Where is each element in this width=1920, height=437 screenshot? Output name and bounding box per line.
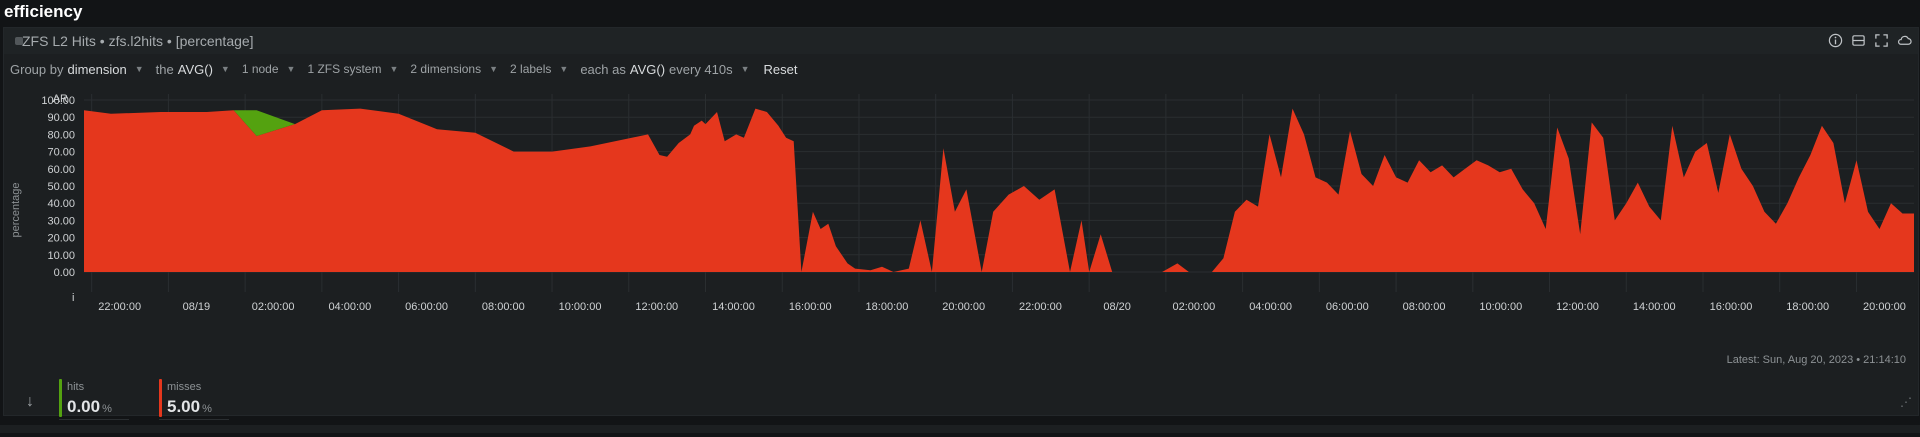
y-tick-label: 20.00 (47, 233, 75, 245)
dimensions-dropdown[interactable]: 2 dimensions ▼ (410, 62, 504, 76)
x-tick-label: 08:00:00 (482, 301, 525, 313)
legend-name-misses: misses (167, 381, 202, 393)
cloud-icon[interactable] (1897, 33, 1912, 48)
the-label: the (155, 61, 174, 77)
y-axis-label: percentage (10, 182, 22, 237)
reset-button[interactable]: Reset (764, 62, 798, 77)
legend-divider (159, 419, 229, 420)
chevron-down-icon: ▼ (134, 64, 144, 74)
x-tick-label: 08/20 (1103, 301, 1131, 313)
legend-color-misses (159, 379, 162, 417)
latest-timestamp: Latest: Sun, Aug 20, 2023 • 21:14:10 (1726, 354, 1906, 366)
every-label: every 410s (669, 61, 733, 77)
x-tick-label: 22:00:00 (1019, 301, 1062, 313)
next-panel-edge (0, 425, 1920, 433)
dimensions-label: 2 dimensions (410, 62, 482, 76)
the-value: AVG() (177, 61, 213, 77)
system-label: 1 ZFS system (307, 62, 382, 76)
group-by-label: Group by (10, 61, 64, 77)
y-tick-label: 90.00 (47, 112, 75, 124)
legend: ↓ hits 0.00% misses 5.00% (4, 373, 304, 433)
x-tick-label: 20:00:00 (1863, 301, 1906, 313)
x-tick-label: 10:00:00 (1479, 301, 1522, 313)
x-tick-label: 10:00:00 (559, 301, 602, 313)
y-axis: 100.0090.0080.0070.0060.0050.0040.0030.0… (41, 95, 75, 279)
group-by-value: dimension (67, 61, 127, 77)
nodes-label: 1 node (241, 62, 279, 76)
dashboard-icon[interactable] (1851, 33, 1866, 48)
x-tick-label: 04:00:00 (328, 301, 371, 313)
legend-color-hits (59, 379, 62, 417)
x-tick-label: 02:00:00 (252, 301, 295, 313)
x-tick-label: 14:00:00 (712, 301, 755, 313)
x-tick-label: 04:00:00 (1249, 301, 1292, 313)
x-tick-label: 08:00:00 (1403, 301, 1446, 313)
chevron-down-icon: ▼ (740, 64, 750, 74)
y-tick-label: 80.00 (47, 129, 75, 141)
y-axis-top-label: AR (53, 93, 68, 105)
time-aggregation-dropdown[interactable]: each as AVG() every 410s ▼ (580, 62, 755, 77)
expand-icon[interactable] (1874, 33, 1889, 48)
x-tick-label: 22:00:00 (98, 301, 141, 313)
x-tick-label: 12:00:00 (1556, 301, 1599, 313)
x-tick-label: 12:00:00 (635, 301, 678, 313)
chevron-down-icon: ▼ (559, 64, 569, 74)
system-dropdown[interactable]: 1 ZFS system ▼ (307, 62, 404, 76)
aggregation-dropdown[interactable]: the AVG() ▼ (156, 62, 236, 77)
toolbar: Group by dimension ▼ the AVG() ▼ 1 node … (4, 58, 1918, 80)
header-icons (1828, 33, 1912, 48)
group-by-dropdown[interactable]: Group by dimension ▼ (10, 62, 150, 77)
series-area-misses (84, 108, 1914, 272)
chevron-down-icon: ▼ (389, 64, 399, 74)
info-icon[interactable] (1828, 33, 1843, 48)
x-tick-label: 06:00:00 (1326, 301, 1369, 313)
chevron-down-icon: ▼ (286, 64, 296, 74)
chart-panel: ZFS L2 Hits • zfs.l2hits • [percentage] … (3, 27, 1919, 420)
chart-area[interactable]: 100.0090.0080.0070.0060.0050.0040.0030.0… (4, 82, 1918, 352)
legend-value-hits: 0.00% (67, 397, 112, 416)
x-tick-label: 20:00:00 (942, 301, 985, 313)
chevron-down-icon: ▼ (489, 64, 499, 74)
panel-header: ZFS L2 Hits • zfs.l2hits • [percentage] (4, 28, 1918, 54)
y-axis-bottom-label: i (72, 292, 74, 304)
x-axis: 22:00:00 08/19 02:00:00 04:00:00 06:00:00 08:… (98, 301, 1906, 313)
each-as-value: AVG() (629, 61, 666, 77)
y-tick-label: 0.00 (54, 267, 75, 279)
y-tick-label: 60.00 (47, 164, 75, 176)
x-tick-label: 18:00:00 (1786, 301, 1829, 313)
x-tick-label: 02:00:00 (1172, 301, 1215, 313)
resize-handle-icon[interactable]: ⋰ (1900, 395, 1912, 409)
chart-series (84, 108, 1914, 272)
x-tick-label: 14:00:00 (1633, 301, 1676, 313)
chevron-down-icon: ▼ (220, 64, 230, 74)
y-tick-label: 40.00 (47, 198, 75, 210)
chart-type-icon (15, 37, 23, 45)
nodes-dropdown[interactable]: 1 node ▼ (242, 62, 302, 76)
legend-divider (59, 419, 129, 420)
arrow-down-icon[interactable]: ↓ (26, 393, 34, 411)
labels-dropdown[interactable]: 2 labels ▼ (510, 62, 574, 76)
labels-label: 2 labels (510, 62, 552, 76)
section-title: efficiency (4, 2, 83, 21)
x-tick-label: 16:00:00 (789, 301, 832, 313)
each-as-label: each as (580, 61, 626, 77)
y-tick-label: 50.00 (47, 181, 75, 193)
y-tick-label: 30.00 (47, 215, 75, 227)
y-tick-label: 70.00 (47, 147, 75, 159)
legend-name-hits: hits (67, 381, 85, 393)
x-tick-label: 16:00:00 (1710, 301, 1753, 313)
x-tick-label: 08/19 (183, 301, 211, 313)
panel-title: ZFS L2 Hits • zfs.l2hits • [percentage] (22, 33, 254, 49)
y-tick-label: 10.00 (47, 250, 75, 262)
legend-value-misses: 5.00% (167, 397, 212, 416)
x-tick-label: 18:00:00 (866, 301, 909, 313)
x-tick-label: 06:00:00 (405, 301, 448, 313)
